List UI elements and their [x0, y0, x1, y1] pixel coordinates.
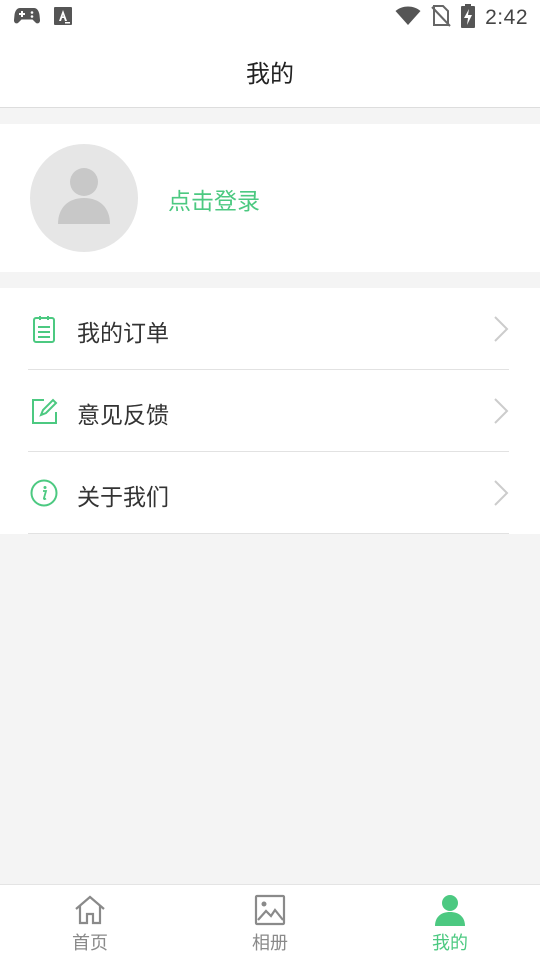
divider	[28, 533, 509, 534]
wifi-icon	[395, 6, 421, 30]
person-icon	[433, 893, 467, 927]
menu-item-orders[interactable]: 我的订单	[0, 288, 540, 370]
tab-mine[interactable]: 我的	[360, 885, 540, 960]
status-time: 2:42	[485, 6, 528, 29]
clipboard-list-icon	[30, 315, 58, 343]
app-bar: 我的	[0, 36, 540, 108]
tab-label: 我的	[432, 933, 468, 954]
chevron-right-icon	[492, 315, 510, 343]
tab-album[interactable]: 相册	[180, 885, 360, 960]
login-link[interactable]: 点击登录	[168, 182, 260, 216]
chevron-right-icon	[492, 479, 510, 507]
image-icon	[253, 893, 287, 927]
bottom-tab-bar: 首页 相册 我的	[0, 884, 540, 960]
edit-square-icon	[30, 397, 58, 425]
menu-item-feedback[interactable]: 意见反馈	[0, 370, 540, 452]
no-sim-icon	[431, 5, 451, 31]
menu-list: 我的订单 意见反馈 关于我们	[0, 288, 540, 534]
menu-item-label: 意见反馈	[77, 403, 169, 429]
gamepad-icon	[13, 7, 41, 29]
person-avatar-icon	[56, 166, 112, 230]
battery-charging-icon	[461, 4, 476, 32]
home-icon	[73, 893, 107, 927]
tab-label: 首页	[72, 933, 108, 954]
avatar[interactable]	[30, 144, 138, 252]
tab-home[interactable]: 首页	[0, 885, 180, 960]
profile-card: 点击登录	[0, 124, 540, 272]
status-right-icons: 2:42	[395, 4, 528, 32]
info-circle-icon	[30, 479, 58, 507]
font-a-icon	[54, 7, 72, 29]
status-bar: 2:42	[0, 0, 540, 36]
status-left-icons	[13, 7, 72, 29]
menu-item-about[interactable]: 关于我们	[0, 452, 540, 534]
menu-item-label: 我的订单	[77, 321, 169, 347]
chevron-right-icon	[492, 397, 510, 425]
tab-label: 相册	[252, 933, 288, 954]
page-title: 我的	[246, 60, 294, 88]
menu-item-label: 关于我们	[77, 485, 169, 511]
